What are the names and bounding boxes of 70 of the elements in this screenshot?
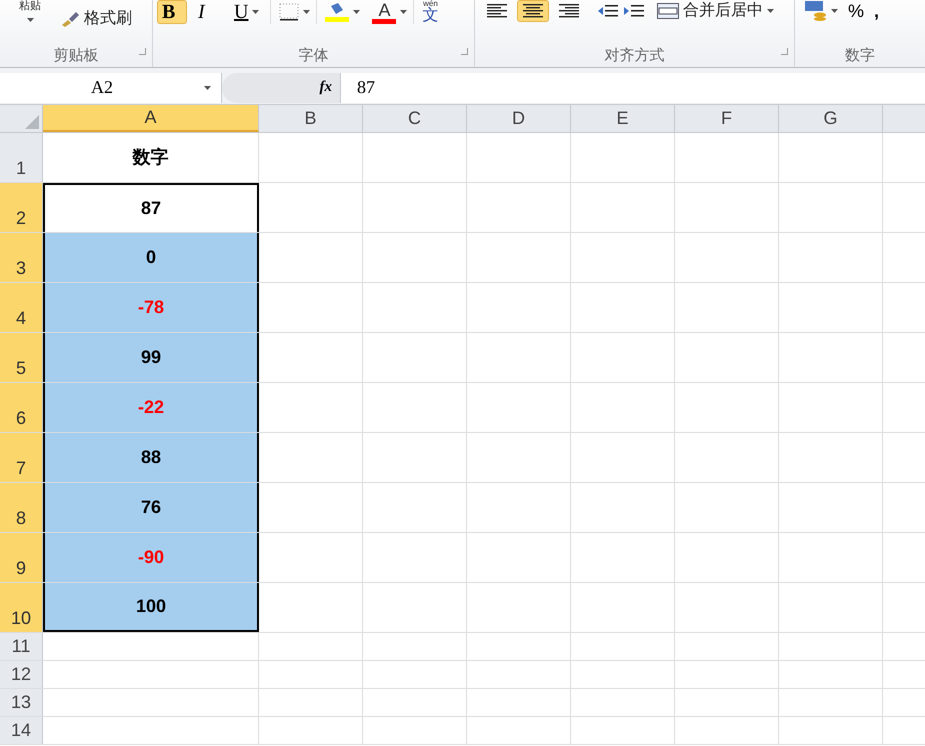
column-header[interactable]: B (259, 105, 363, 132)
phonetic-button[interactable]: wén 文 (413, 0, 438, 24)
group-label: 剪贴板 (54, 46, 98, 66)
row-header[interactable]: 10 (0, 583, 43, 632)
column-header[interactable]: F (675, 105, 779, 132)
row-header[interactable]: 1 (0, 133, 43, 182)
fill-color-icon[interactable] (325, 2, 350, 22)
color-swatch-icon (372, 18, 396, 24)
formula-input[interactable]: 87 (340, 72, 925, 102)
align-right-icon (558, 3, 580, 19)
caret-icon (252, 10, 260, 14)
caret-icon (831, 9, 838, 13)
row-header[interactable]: 6 (0, 383, 43, 432)
cell-value: 99 (140, 346, 162, 369)
cell-value: -90 (138, 546, 164, 569)
row-header[interactable]: 5 (0, 333, 43, 382)
group-label: 对齐方式 (604, 46, 664, 66)
row-header[interactable]: 13 (0, 689, 43, 716)
caret-icon (303, 10, 310, 14)
cell-value: -22 (138, 396, 164, 419)
column-header[interactable]: E (571, 105, 675, 132)
group-label: 数字 (845, 46, 875, 66)
caret-icon (767, 9, 774, 13)
caret-icon (400, 10, 408, 14)
column-header[interactable]: G (779, 105, 883, 132)
caret-icon (353, 10, 360, 14)
dialog-launcher-icon[interactable] (781, 48, 788, 55)
row-header[interactable]: 12 (0, 661, 43, 688)
row-header[interactable]: 2 (0, 183, 43, 232)
cell-value: 0 (146, 246, 156, 269)
underline-button[interactable]: U (229, 0, 264, 24)
column-header[interactable]: D (467, 105, 571, 132)
row-header[interactable]: 7 (0, 433, 43, 482)
cell-value: 87 (140, 197, 162, 220)
row-header[interactable]: 8 (0, 483, 43, 532)
paste-label[interactable]: 粘贴 (19, 0, 41, 12)
font-color-button[interactable]: A (372, 0, 396, 24)
caret-icon (204, 86, 211, 90)
bold-button[interactable]: B (157, 0, 187, 24)
increase-indent-icon[interactable] (623, 3, 645, 19)
decrease-indent-icon[interactable] (597, 3, 619, 19)
column-header[interactable]: A (43, 105, 259, 132)
align-left-icon (486, 3, 508, 19)
merge-center-button[interactable]: 合并后居中 (657, 0, 774, 22)
cell-value: 76 (140, 496, 162, 519)
cell-value: -78 (138, 296, 164, 319)
brush-icon (60, 11, 80, 27)
align-button[interactable] (517, 0, 549, 22)
row-header[interactable]: 14 (0, 717, 43, 744)
insert-function-button[interactable]: fx (320, 76, 332, 99)
percent-button[interactable]: % (848, 0, 864, 22)
cell-value: 88 (140, 446, 162, 469)
row-header[interactable]: 11 (0, 633, 43, 660)
caret-icon (26, 18, 34, 22)
group-label: 字体 (298, 46, 328, 66)
border-icon[interactable] (279, 3, 300, 21)
row-header[interactable]: 4 (0, 283, 43, 332)
merge-cells-icon (657, 3, 679, 19)
italic-button[interactable]: I (193, 0, 223, 24)
currency-icon[interactable] (805, 1, 827, 21)
row-header[interactable]: 3 (0, 233, 43, 282)
row-header[interactable]: 9 (0, 533, 43, 582)
align-center-icon (522, 3, 544, 19)
name-box[interactable]: A2 (0, 72, 222, 102)
column-header[interactable]: C (363, 105, 467, 132)
comma-button[interactable]: , (874, 0, 880, 22)
cell-value: 100 (136, 595, 166, 618)
dialog-launcher-icon[interactable] (461, 48, 468, 55)
dialog-launcher-icon[interactable] (139, 48, 146, 55)
format-painter-button[interactable]: 格式刷 (60, 8, 132, 30)
